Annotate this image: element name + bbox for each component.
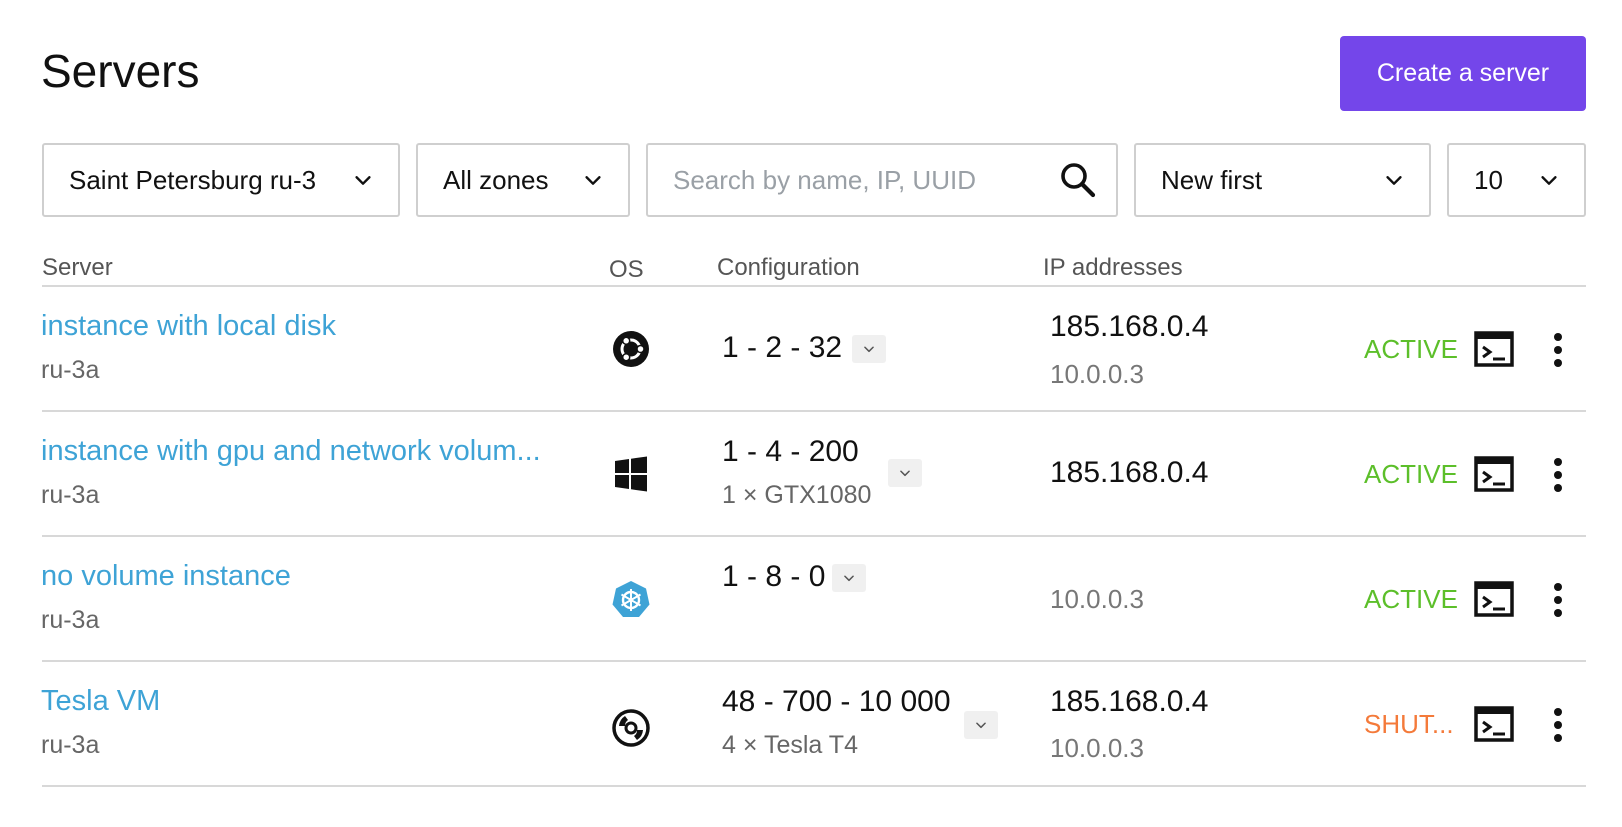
ip-private: 10.0.0.3 — [1050, 733, 1144, 763]
ip-public: 185.168.0.4 — [1050, 310, 1209, 343]
zone-select-value: All zones — [443, 164, 549, 195]
region-select[interactable]: Saint Petersburg ru-3 — [42, 143, 400, 217]
gpu-config: 4 × Tesla T4 — [722, 731, 858, 759]
config-value: 1 - 8 - 0 — [722, 560, 826, 593]
chevron-down-icon — [976, 722, 986, 729]
gpu-config: 1 × GTX1080 — [722, 481, 872, 509]
chevron-down-icon — [1386, 176, 1402, 185]
column-header-server[interactable]: Server — [42, 254, 113, 282]
config-value: 1 - 4 - 200 — [722, 435, 859, 468]
windows-icon — [615, 456, 647, 492]
sort-select[interactable]: New first — [1134, 143, 1431, 217]
table-row[interactable]: Tesla VM ru-3a 48 - 700 - 10 000 4 × Tes… — [0, 661, 1622, 785]
ip-public: 185.168.0.4 — [1050, 685, 1209, 718]
config-value: 48 - 700 - 10 000 — [722, 685, 951, 718]
search-icon[interactable] — [1058, 160, 1098, 200]
config-expand-toggle[interactable] — [888, 459, 922, 487]
server-zone: ru-3a — [41, 606, 100, 634]
console-icon[interactable] — [1474, 456, 1514, 492]
config-expand-toggle[interactable] — [964, 711, 998, 739]
server-zone: ru-3a — [41, 356, 100, 384]
table-row[interactable]: no volume instance ru-3a 1 - 8 - 0 10.0.… — [0, 536, 1622, 660]
table-row[interactable]: instance with local disk ru-3a 1 - 2 - 3… — [0, 286, 1622, 410]
status-badge: ACTIVE — [1364, 459, 1458, 489]
ip-private: 10.0.0.3 — [1050, 584, 1144, 614]
chevron-down-icon — [585, 176, 601, 185]
ip-private: 10.0.0.3 — [1050, 359, 1144, 389]
chevron-down-icon — [1541, 176, 1557, 185]
server-zone: ru-3a — [41, 731, 100, 759]
kubernetes-icon — [612, 581, 650, 617]
status-badge: SHUT... — [1364, 709, 1454, 739]
server-zone: ru-3a — [41, 481, 100, 509]
column-header-ip-addresses[interactable]: IP addresses — [1043, 254, 1183, 282]
status-badge: ACTIVE — [1364, 584, 1458, 614]
server-name-link[interactable]: instance with gpu and network volum... — [41, 435, 541, 468]
create-server-button[interactable]: Create a server — [1340, 36, 1586, 111]
column-header-os[interactable]: OS — [609, 256, 644, 284]
search-input[interactable]: Search by name, IP, UUID — [646, 143, 1118, 217]
config-value: 1 - 2 - 32 — [722, 331, 843, 364]
divider — [42, 785, 1586, 787]
console-icon[interactable] — [1474, 581, 1514, 617]
zone-select[interactable]: All zones — [416, 143, 630, 217]
search-placeholder: Search by name, IP, UUID — [673, 164, 976, 195]
more-vertical-icon[interactable] — [1548, 582, 1568, 618]
config-expand-toggle[interactable] — [852, 335, 886, 363]
ip-public: 185.168.0.4 — [1050, 456, 1209, 489]
console-icon[interactable] — [1474, 331, 1514, 367]
console-icon[interactable] — [1474, 706, 1514, 742]
chevron-down-icon — [844, 575, 854, 582]
chevron-down-icon — [864, 346, 874, 353]
server-name-link[interactable]: no volume instance — [41, 560, 291, 593]
ubuntu-icon — [613, 331, 649, 367]
more-vertical-icon[interactable] — [1548, 332, 1568, 368]
server-name-link[interactable]: Tesla VM — [41, 685, 160, 718]
more-vertical-icon[interactable] — [1548, 707, 1568, 743]
chevron-down-icon — [355, 176, 371, 185]
column-header-configuration[interactable]: Configuration — [717, 254, 860, 282]
table-row[interactable]: instance with gpu and network volum... r… — [0, 411, 1622, 535]
page-size-value: 10 — [1474, 164, 1503, 195]
server-name-link[interactable]: instance with local disk — [41, 310, 336, 343]
disk-image-icon — [612, 709, 650, 747]
page-title: Servers — [41, 45, 200, 97]
page-size-select[interactable]: 10 — [1447, 143, 1586, 217]
chevron-down-icon — [900, 470, 910, 477]
sort-select-value: New first — [1161, 164, 1263, 195]
config-expand-toggle[interactable] — [832, 564, 866, 592]
region-select-value: Saint Petersburg ru-3 — [69, 164, 317, 195]
more-vertical-icon[interactable] — [1548, 457, 1568, 493]
status-badge: ACTIVE — [1364, 334, 1458, 364]
